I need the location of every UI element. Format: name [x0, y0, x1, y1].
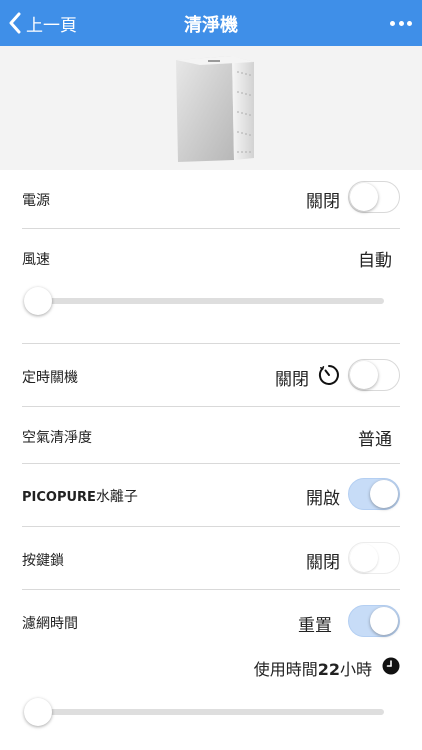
chevron-left-icon — [9, 12, 21, 34]
air-quality-label: 空氣清淨度 — [22, 430, 92, 446]
power-status: 關閉 — [306, 192, 340, 212]
air-purifier-product-image — [176, 56, 254, 162]
toggle-knob — [370, 480, 398, 508]
picopure-brand: PICOPURE — [22, 490, 96, 505]
picopure-toggle[interactable] — [348, 478, 400, 510]
filter-time-row: 濾網時間 重置 — [0, 590, 422, 650]
toggle-knob — [370, 607, 398, 635]
more-dots-icon — [398, 20, 404, 26]
filter-reset-toggle[interactable] — [348, 605, 400, 637]
more-options-button[interactable] — [390, 12, 412, 34]
key-lock-row: 按鍵鎖 關閉 — [0, 527, 422, 589]
picopure-row: PICOPURE水離子 開啟 — [0, 464, 422, 526]
slider-track — [32, 709, 384, 715]
key-lock-label: 按鍵鎖 — [22, 553, 64, 569]
toggle-knob — [350, 544, 378, 572]
timer-off-status: 關閉 — [275, 370, 309, 390]
fan-speed-value: 自動 — [358, 251, 392, 271]
filter-reset-label[interactable]: 重置 — [298, 611, 332, 636]
air-quality-row: 空氣清淨度 普通 — [0, 407, 422, 463]
toggle-knob — [350, 183, 378, 211]
slider-thumb[interactable] — [24, 698, 52, 726]
timer-off-label: 定時關機 — [22, 370, 78, 386]
timer-icon[interactable] — [318, 364, 340, 386]
product-hero — [0, 46, 422, 170]
timer-off-toggle[interactable] — [348, 359, 400, 391]
slider-track — [32, 298, 384, 304]
toggle-knob — [350, 361, 378, 389]
fan-speed-label: 風速 — [22, 252, 50, 268]
picopure-status: 開啟 — [306, 489, 340, 509]
usage-time-text: 使用時間22小時 — [254, 656, 372, 680]
power-label: 電源 — [22, 193, 50, 209]
filter-time-label: 濾網時間 — [22, 616, 78, 632]
back-button-label: 上一頁 — [26, 15, 77, 36]
power-toggle[interactable] — [348, 181, 400, 213]
key-lock-status: 關閉 — [306, 553, 340, 573]
more-dots-icon — [390, 20, 395, 26]
navigation-bar: 上一頁 清淨機 — [0, 0, 422, 46]
fan-speed-slider[interactable] — [22, 286, 392, 316]
fan-speed-row: 風速 自動 — [0, 229, 422, 343]
more-dots-icon — [407, 20, 412, 26]
picopure-suffix: 水離子 — [95, 489, 138, 505]
clock-icon — [382, 657, 400, 675]
key-lock-toggle[interactable] — [348, 542, 400, 574]
power-row: 電源 關閉 — [0, 170, 422, 228]
timer-off-row: 定時關機 關閉 — [0, 344, 422, 406]
usage-time-prefix: 使用時間 — [253, 660, 318, 679]
slider-thumb[interactable] — [24, 287, 52, 315]
air-quality-value: 普通 — [358, 430, 392, 450]
usage-time-suffix: 小時 — [339, 660, 372, 679]
filter-usage-slider[interactable] — [22, 697, 392, 727]
back-button[interactable]: 上一頁 — [8, 10, 77, 36]
usage-time-hours: 22 — [317, 660, 340, 679]
picopure-label: PICOPURE水離子 — [22, 486, 138, 506]
